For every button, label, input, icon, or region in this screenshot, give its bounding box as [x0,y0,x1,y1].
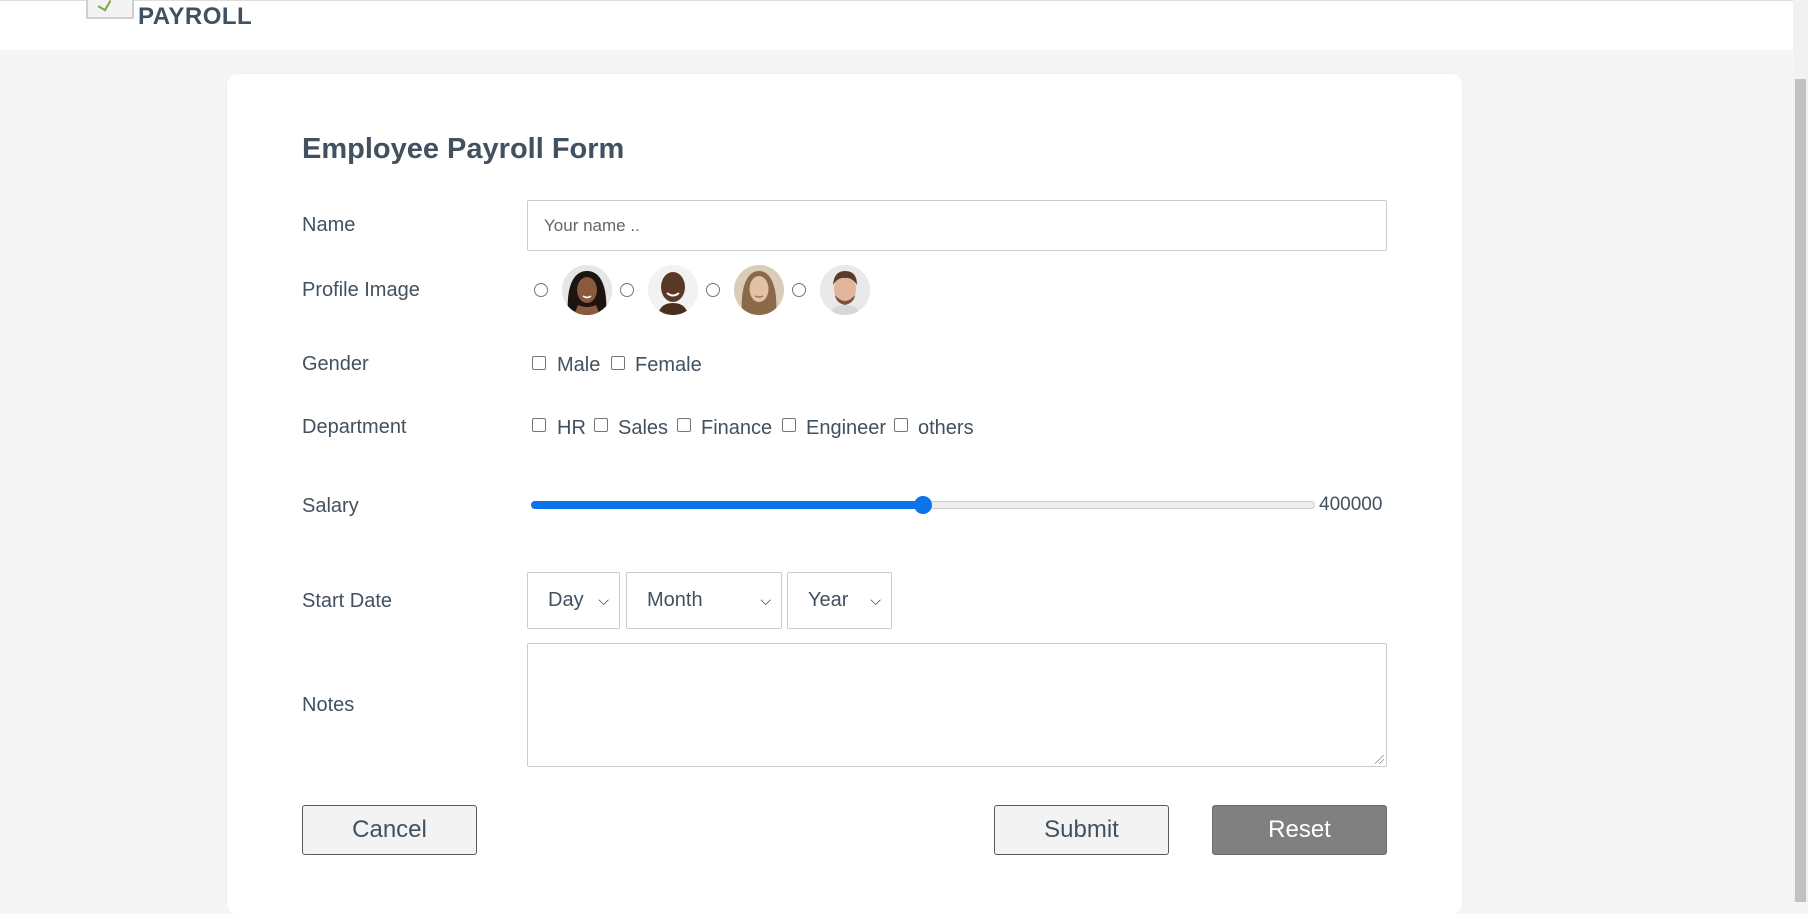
logo-image-icon [86,0,134,19]
profile-radio-1[interactable] [534,283,548,297]
avatar-woman-light-hair-icon[interactable] [734,265,784,315]
chevron-down-icon: ⌵ [870,592,881,608]
salary-label: Salary [302,495,359,517]
profile-radio-3[interactable] [706,283,720,297]
gender-female-label: Female [635,354,702,376]
avatar-man-brown-hair-icon[interactable] [820,265,870,315]
top-header: PAYROLL [0,0,1793,50]
department-finance-checkbox[interactable] [677,418,691,432]
chevron-down-icon: ⌵ [598,592,609,608]
department-engineer-checkbox[interactable] [782,418,796,432]
notes-label: Notes [302,694,355,716]
start-day-select[interactable]: Day ⌵ [527,572,620,629]
department-hr-label: HR [557,417,586,439]
salary-slider-fill [531,501,923,509]
form-title: Employee Payroll Form [302,133,625,165]
notes-textarea[interactable] [527,643,1387,767]
department-finance-label: Finance [701,417,773,439]
avatar-woman-dark-hair-icon[interactable] [562,265,612,315]
avatar-man-bald-icon[interactable] [648,265,698,315]
start-month-value: Month [647,589,703,611]
start-day-value: Day [548,589,584,611]
cancel-button[interactable]: Cancel [302,805,477,855]
department-others-label: others [918,417,974,439]
scrollbar-thumb[interactable] [1795,79,1806,902]
department-label: Department [302,416,407,438]
salary-slider-thumb[interactable] [914,496,932,514]
profile-radio-4[interactable] [792,283,806,297]
profile-image-label: Profile Image [302,279,420,301]
start-month-select[interactable]: Month ⌵ [626,572,782,629]
chevron-down-icon: ⌵ [760,592,771,608]
start-date-label: Start Date [302,590,393,612]
department-engineer-label: Engineer [806,417,887,439]
reset-button[interactable]: Reset [1212,805,1387,855]
name-input[interactable] [527,200,1387,251]
gender-female-checkbox[interactable] [611,356,625,370]
gender-male-checkbox[interactable] [532,356,546,370]
department-sales-label: Sales [618,417,669,439]
name-label: Name [302,214,356,236]
department-others-checkbox[interactable] [894,418,908,432]
gender-male-label: Male [557,354,601,376]
department-hr-checkbox[interactable] [532,418,546,432]
department-sales-checkbox[interactable] [594,418,608,432]
logo-text: PAYROLL [138,3,253,30]
gender-label: Gender [302,353,369,375]
submit-button[interactable]: Submit [994,805,1169,855]
start-year-value: Year [808,589,849,611]
profile-radio-2[interactable] [620,283,634,297]
salary-value: 400000 [1319,494,1383,515]
start-year-select[interactable]: Year ⌵ [787,572,892,629]
page-scrollbar[interactable] [1793,0,1808,902]
